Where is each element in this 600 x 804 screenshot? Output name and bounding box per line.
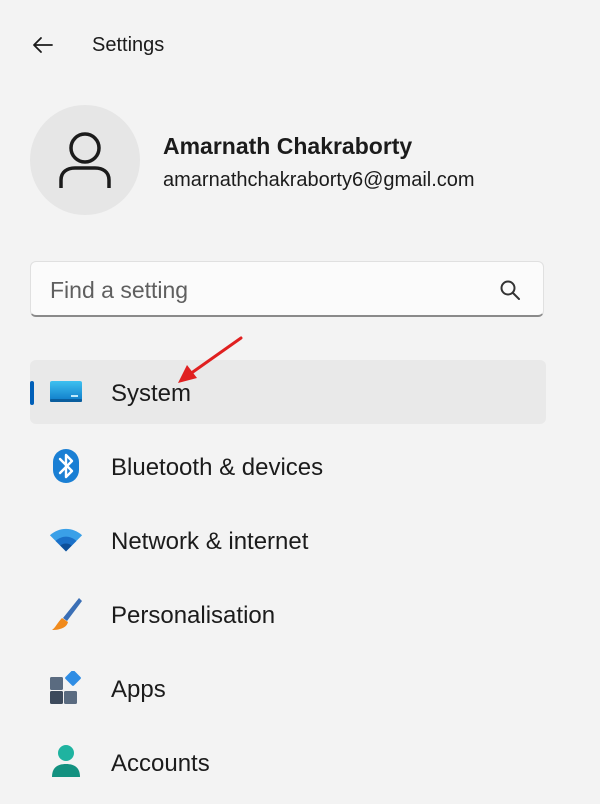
user-name: Amarnath Chakraborty xyxy=(163,133,413,159)
search-placeholder: Find a setting xyxy=(50,277,189,303)
search-icon[interactable] xyxy=(499,279,521,301)
nav-item-label: Personalisation xyxy=(111,602,276,629)
system-display-icon xyxy=(48,374,84,410)
apps-icon xyxy=(48,670,84,706)
nav-item-label: Apps xyxy=(111,676,166,703)
user-email: amarnathchakraborty6@gmail.com xyxy=(163,169,475,191)
nav-item-bluetooth[interactable]: Bluetooth & devices xyxy=(30,434,546,498)
back-arrow-icon xyxy=(33,37,53,53)
nav-item-apps[interactable]: Apps xyxy=(30,656,546,720)
nav-item-accounts[interactable]: Accounts xyxy=(30,730,546,794)
nav-item-label: Network & internet xyxy=(111,528,309,555)
nav-item-network[interactable]: Network & internet xyxy=(30,508,546,572)
avatar[interactable] xyxy=(30,105,140,215)
accounts-icon xyxy=(48,744,84,780)
nav-item-label: Accounts xyxy=(111,750,210,777)
title-bar: Settings xyxy=(0,0,600,92)
person-icon xyxy=(59,132,111,188)
wifi-icon xyxy=(48,522,84,558)
paintbrush-icon xyxy=(48,596,84,632)
search-box[interactable]: Find a setting xyxy=(30,261,544,317)
selection-indicator xyxy=(30,381,34,405)
nav-item-system[interactable]: System xyxy=(30,360,546,424)
nav-item-label: Bluetooth & devices xyxy=(111,454,324,481)
bluetooth-icon xyxy=(48,448,84,484)
back-button[interactable] xyxy=(26,28,60,62)
nav-item-personalisation[interactable]: Personalisation xyxy=(30,582,546,646)
app-title: Settings xyxy=(92,34,165,56)
user-profile: Amarnath Chakraborty amarnathchakraborty… xyxy=(30,105,570,217)
settings-nav: System Bluetooth & devices Network & int… xyxy=(30,360,546,804)
nav-item-label: System xyxy=(111,380,192,407)
